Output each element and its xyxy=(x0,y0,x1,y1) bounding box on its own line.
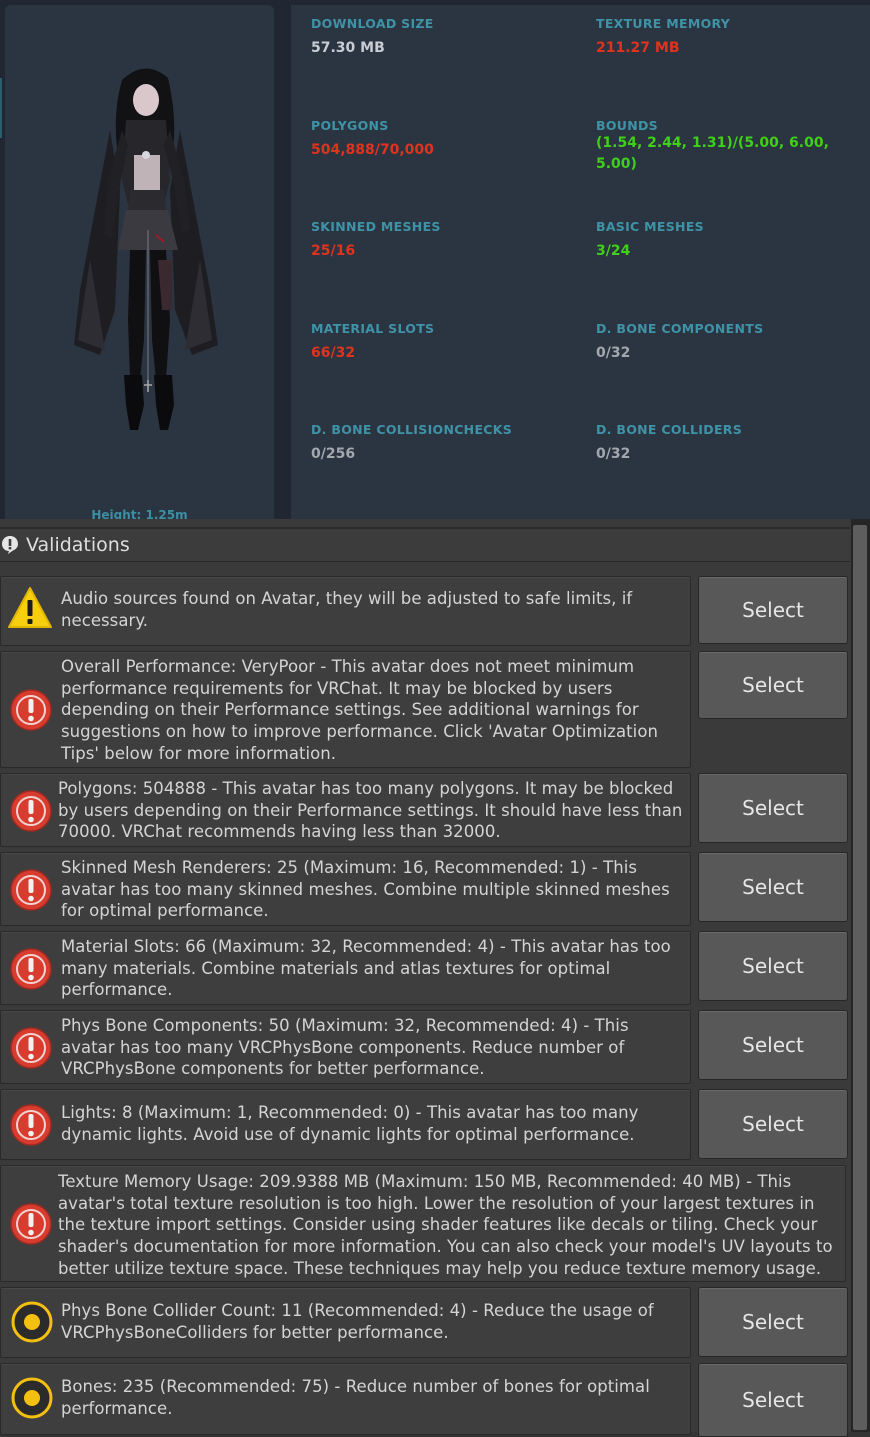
stat-label: DOWNLOAD SIZE xyxy=(311,16,434,31)
validation-text: Phys Bone Collider Count: 11 (Recommende… xyxy=(61,1301,654,1342)
validation-message: Texture Memory Usage: 209.9388 MB (Maxim… xyxy=(0,1165,846,1282)
avatar-height-label: Height: 1.25m xyxy=(91,508,188,519)
stat-value: 504,888/70,000 xyxy=(311,142,434,158)
warning-icon xyxy=(8,587,52,628)
validations-title: Validations xyxy=(26,534,130,556)
select-button[interactable]: Select xyxy=(698,1287,848,1357)
stat-label: D. BONE COMPONENTS xyxy=(596,321,764,336)
stat-value: 0/32 xyxy=(596,446,631,462)
error-icon xyxy=(10,948,52,990)
stat-value: 0/32 xyxy=(596,345,631,361)
stat-label: BASIC MESHES xyxy=(596,219,704,234)
avatar-preview: Height: 1.25m xyxy=(5,5,274,519)
validation-item: Material Slots: 66 (Maximum: 32, Recomme… xyxy=(0,931,848,1005)
stat-value: 25/16 xyxy=(311,243,356,259)
validation-text: Polygons: 504888 - This avatar has too m… xyxy=(58,779,683,842)
validation-message: Skinned Mesh Renderers: 25 (Maximum: 16,… xyxy=(0,852,691,926)
select-button[interactable]: Select xyxy=(698,931,848,1001)
validation-message: Lights: 8 (Maximum: 1, Recommended: 0) -… xyxy=(0,1089,691,1160)
validation-text: Lights: 8 (Maximum: 1, Recommended: 0) -… xyxy=(61,1103,639,1144)
validation-item: Bones: 235 (Recommended: 75) - Reduce nu… xyxy=(0,1363,848,1437)
stats-grid: DOWNLOAD SIZE 57.30 MB TEXTURE MEMORY 21… xyxy=(291,5,870,519)
validation-text: Bones: 235 (Recommended: 75) - Reduce nu… xyxy=(61,1377,650,1418)
validation-item: Texture Memory Usage: 209.9388 MB (Maxim… xyxy=(0,1165,846,1282)
select-button[interactable]: Select xyxy=(698,773,848,843)
validation-text: Texture Memory Usage: 209.9388 MB (Maxim… xyxy=(58,1172,833,1278)
stat-dbone-colliders: D. BONE COLLIDERS 0/32 xyxy=(596,422,856,465)
stat-dbone-components: D. BONE COMPONENTS 0/32 xyxy=(596,321,856,364)
validation-message: Material Slots: 66 (Maximum: 32, Recomme… xyxy=(0,931,691,1005)
stat-value: 57.30 MB xyxy=(311,40,385,56)
stat-value: 0/256 xyxy=(311,446,356,462)
stat-label: D. BONE COLLISIONCHECKS xyxy=(311,422,513,437)
stat-label: BOUNDS xyxy=(596,118,658,133)
validation-text: Material Slots: 66 (Maximum: 32, Recomme… xyxy=(61,937,671,1000)
validation-message: Audio sources found on Avatar, they will… xyxy=(0,576,691,646)
error-icon xyxy=(10,1027,52,1069)
info-circle-icon xyxy=(11,1301,53,1343)
validation-item: Phys Bone Components: 50 (Maximum: 32, R… xyxy=(0,1010,848,1084)
select-button[interactable]: Select xyxy=(698,852,848,922)
validation-item: Phys Bone Collider Count: 11 (Recommende… xyxy=(0,1287,848,1358)
stat-material-slots: MATERIAL SLOTS 66/32 xyxy=(311,321,571,364)
validation-text: Phys Bone Components: 50 (Maximum: 32, R… xyxy=(61,1016,629,1079)
validation-message: Overall Performance: VeryPoor - This ava… xyxy=(0,651,691,768)
stat-label: TEXTURE MEMORY xyxy=(596,16,731,31)
stat-bounds: BOUNDS (1.54, 2.44, 1.31)/(5.00, 6.00, 5… xyxy=(596,118,846,175)
info-circle-icon xyxy=(11,1377,53,1419)
avatar-model-image xyxy=(74,68,218,430)
scrollbar-thumb[interactable] xyxy=(853,525,867,1430)
stat-value: 66/32 xyxy=(311,345,356,361)
select-button[interactable]: Select xyxy=(698,576,848,644)
stat-download-size: DOWNLOAD SIZE 57.30 MB xyxy=(311,16,571,59)
stat-basic-meshes: BASIC MESHES 3/24 xyxy=(596,219,856,262)
stat-value: 211.27 MB xyxy=(596,40,680,56)
stat-skinned-meshes: SKINNED MESHES 25/16 xyxy=(311,219,571,262)
stat-texture-memory: TEXTURE MEMORY 211.27 MB xyxy=(596,16,856,59)
error-icon xyxy=(10,869,52,911)
validation-item: Audio sources found on Avatar, they will… xyxy=(0,576,848,646)
left-edge-accent xyxy=(0,78,2,138)
avatar-stats-panel: Height: 1.25m DOWNLOAD SIZE 57.30 MB TEX… xyxy=(0,0,870,519)
validation-item: Lights: 8 (Maximum: 1, Recommended: 0) -… xyxy=(0,1089,848,1160)
stat-dbone-collisionchecks: D. BONE COLLISIONCHECKS 0/256 xyxy=(311,422,571,465)
error-icon xyxy=(10,1203,52,1245)
validation-item: Overall Performance: VeryPoor - This ava… xyxy=(0,651,848,768)
validation-text: Skinned Mesh Renderers: 25 (Maximum: 16,… xyxy=(61,858,670,921)
validations-panel: Validations Audio sources found on Avata… xyxy=(0,519,870,1437)
stat-value: (1.54, 2.44, 1.31)/(5.00, 6.00, 5.00) xyxy=(596,135,829,172)
stat-label: MATERIAL SLOTS xyxy=(311,321,435,336)
validation-message: Phys Bone Collider Count: 11 (Recommende… xyxy=(0,1287,691,1358)
error-icon xyxy=(10,689,52,731)
error-icon xyxy=(10,790,52,832)
validation-item: Polygons: 504888 - This avatar has too m… xyxy=(0,773,848,847)
validation-item: Skinned Mesh Renderers: 25 (Maximum: 16,… xyxy=(0,852,848,926)
validation-message: Polygons: 504888 - This avatar has too m… xyxy=(0,773,691,847)
stat-value: 3/24 xyxy=(596,243,631,259)
select-button[interactable]: Select xyxy=(698,1010,848,1080)
validation-message: Phys Bone Components: 50 (Maximum: 32, R… xyxy=(0,1010,691,1084)
validations-header[interactable]: Validations xyxy=(0,527,850,562)
validations-alert-icon xyxy=(2,536,18,554)
stat-label: D. BONE COLLIDERS xyxy=(596,422,743,437)
validation-message: Bones: 235 (Recommended: 75) - Reduce nu… xyxy=(0,1363,691,1435)
stat-label: POLYGONS xyxy=(311,118,389,133)
select-button[interactable]: Select xyxy=(698,1089,848,1159)
stat-label: SKINNED MESHES xyxy=(311,219,441,234)
select-button[interactable]: Select xyxy=(698,651,848,719)
stat-polygons: POLYGONS 504,888/70,000 xyxy=(311,118,571,161)
validation-text: Audio sources found on Avatar, they will… xyxy=(61,589,633,630)
select-button[interactable]: Select xyxy=(698,1363,848,1437)
error-icon xyxy=(10,1104,52,1146)
validation-text: Overall Performance: VeryPoor - This ava… xyxy=(61,657,658,763)
